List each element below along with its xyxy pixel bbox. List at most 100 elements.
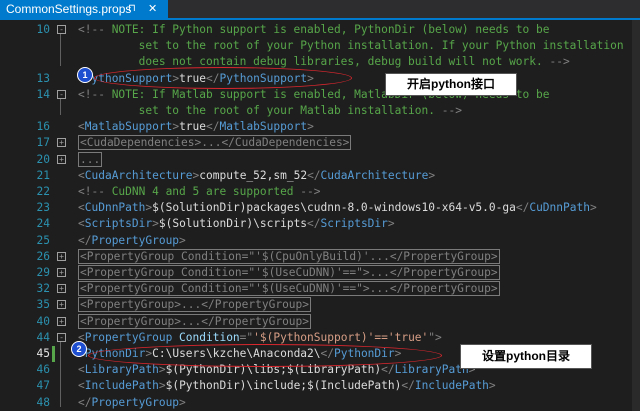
line-number: 48 — [36, 395, 50, 409]
line-number: 25 — [36, 233, 50, 247]
expand-icon[interactable]: + — [57, 300, 66, 310]
code-token: ScriptsDir — [320, 217, 388, 231]
code-token: LibraryPath — [394, 363, 469, 377]
code-token: CuDnnPath — [529, 201, 590, 215]
code-token: > — [158, 379, 166, 393]
code-line[interactable]: set to the root of your Python installat… — [0, 38, 640, 54]
code-line[interactable]: 22 <!-- CuDNN 4 and 5 are supported --> — [0, 184, 640, 200]
code-token: < — [78, 168, 85, 182]
code-line[interactable]: 14- <!-- NOTE: If Matlab support is enabl… — [0, 87, 640, 103]
collapse-icon[interactable]: - — [57, 89, 66, 99]
fold-guide — [60, 34, 61, 67]
code-token: does not contain debug libraries, debug … — [78, 55, 550, 69]
code-line[interactable]: 24 <ScriptsDir>$(SolutionDir)\scripts</Sc… — [0, 216, 640, 232]
tab-commonsettings-props[interactable]: CommonSettings.props ⊓ ✕ — [0, 0, 168, 18]
line-number: 35 — [36, 298, 50, 312]
changed-line-marker — [52, 346, 55, 363]
code-text: <!-- CuDNN 4 and 5 are supported --> — [78, 184, 321, 200]
expand-icon[interactable]: + — [57, 138, 66, 148]
expand-icon[interactable]: + — [57, 284, 66, 294]
collapsed-region[interactable]: <PropertyGroup Condition="'$(UseCuDNN)'=… — [78, 265, 500, 280]
code-token: ScriptsDir — [84, 217, 153, 231]
collapsed-region[interactable]: <PropertyGroup Condition="'$(CpuOnlyBuil… — [78, 248, 500, 264]
code-line[interactable]: 25 </PropertyGroup> — [0, 233, 640, 249]
code-line[interactable]: 10- <!-- NOTE: If Python support is enabl… — [0, 22, 640, 38]
code-token: PropertyGroup — [84, 330, 173, 344]
code-token: > — [158, 363, 166, 377]
code-token: =" — [239, 330, 254, 344]
code-line[interactable]: 29 + <PropertyGroup Condition="'$(UseCuDNN… — [0, 265, 640, 281]
line-number: 23 — [36, 201, 50, 215]
line-number: 10 — [36, 23, 50, 36]
code-line[interactable]: 35 + <PropertyGroup>...</PropertyGroup> — [0, 297, 640, 313]
code-line[interactable]: 26 + <PropertyGroup Condition="'$(CpuOnlyB… — [0, 248, 640, 265]
expand-icon[interactable]: + — [57, 316, 66, 326]
close-icon[interactable]: ✕ — [148, 0, 157, 18]
line-number: 44 — [36, 330, 50, 344]
code-token: '$(PythonSupport)'=='true' — [253, 330, 429, 344]
code-token: < — [78, 379, 85, 393]
code-token: > — [179, 233, 186, 247]
code-line[interactable]: 21 <CudaArchitecture>compute_52,sm_52</Cu… — [0, 168, 640, 184]
code-line[interactable]: 32 + <PropertyGroup Condition="'$(UseCuDNN… — [0, 281, 640, 297]
code-line[interactable]: 17 + <CudaDependencies>...</CudaDependenci… — [0, 135, 640, 151]
code-token: LibraryPath — [84, 363, 159, 377]
line-number: 20 — [36, 152, 50, 166]
code-token: CuDNN 4 and 5 are supported — [104, 185, 301, 198]
collapse-icon[interactable]: - — [57, 25, 66, 34]
code-text: <ScriptsDir>$(SolutionDir)\scripts</Scri… — [78, 216, 395, 232]
code-line[interactable]: 16 <MatlabSupport>true</MatlabSupport> — [0, 119, 640, 135]
code-token: <!-- — [78, 87, 105, 101]
line-number: 47 — [36, 379, 50, 393]
expand-icon[interactable]: + — [57, 154, 66, 164]
pin-icon[interactable]: ⊓ — [128, 0, 136, 18]
collapsed-region[interactable]: <PropertyGroup Condition="'$(UseCuDNN)'=… — [78, 281, 500, 297]
line-number: 22 — [36, 185, 50, 198]
code-text: <PropertyGroup Condition="'$(UseCuDNN)'=… — [78, 265, 500, 281]
code-text: <PropertyGroup>...</PropertyGroup> — [78, 297, 312, 313]
code-line[interactable]: set to the root of your Matlab installat… — [0, 103, 640, 119]
collapsed-region[interactable]: ... — [78, 151, 103, 167]
code-token: set to the root of your Python installat… — [78, 39, 624, 53]
code-token: <!-- — [78, 23, 105, 36]
collapsed-region[interactable]: <PropertyGroup>...</PropertyGroup> — [78, 313, 312, 329]
code-token: </ — [307, 217, 321, 231]
code-token: --> — [549, 55, 570, 69]
line-number: 16 — [36, 120, 50, 134]
code-line[interactable]: 23 <CuDnnPath>$(SolutionDir)packages\cudn… — [0, 200, 640, 216]
code-line[interactable]: does not contain debug libraries, debug … — [0, 54, 640, 70]
line-number: 21 — [36, 168, 50, 182]
code-token: <PropertyGroup>...</PropertyGroup> — [80, 298, 310, 312]
code-token: <PropertyGroup>...</PropertyGroup> — [80, 314, 310, 328]
tab-title: CommonSettings.props — [6, 2, 132, 16]
code-line[interactable]: 47 <IncludePath>$(PythonDir)\include;$(In… — [0, 378, 640, 394]
code-token: > — [488, 379, 496, 393]
expand-icon[interactable]: + — [57, 251, 66, 261]
code-token: > — [307, 120, 314, 134]
collapsed-region[interactable]: <PropertyGroup>...</PropertyGroup> — [78, 297, 312, 313]
code-text: <MatlabSupport>true</MatlabSupport> — [78, 119, 314, 135]
code-line[interactable]: 40 + <PropertyGroup>...</PropertyGroup> — [0, 313, 640, 330]
code-token: < — [78, 217, 85, 231]
code-text: <CuDnnPath>$(SolutionDir)packages\cudnn-… — [78, 200, 597, 216]
expand-icon[interactable]: + — [57, 268, 66, 277]
code-token: set to the root of your Matlab installat… — [78, 104, 442, 117]
highlight-ellipse-python-support — [94, 67, 352, 89]
code-token: CudaArchitecture — [320, 168, 429, 182]
line-number: 40 — [36, 314, 50, 328]
step-badge-1: 1 — [77, 67, 93, 83]
code-token: <PropertyGroup Condition="'$(UseCuDNN)'=… — [80, 282, 498, 296]
vertical-scrollbar[interactable] — [632, 20, 640, 411]
code-token: </ — [381, 363, 395, 377]
code-token: true — [179, 120, 207, 134]
line-number: 46 — [36, 363, 50, 377]
code-line[interactable]: 48 </PropertyGroup> — [0, 395, 640, 411]
code-token: <!-- — [78, 185, 105, 198]
code-line[interactable]: 20 +... — [0, 151, 640, 168]
code-token: <PropertyGroup Condition="'$(CpuOnlyBuil… — [80, 249, 498, 263]
collapsed-region[interactable]: <CudaDependencies>...</CudaDependencies> — [78, 135, 352, 151]
code-token: ... — [80, 152, 101, 166]
code-token: </ — [78, 395, 92, 409]
collapse-icon[interactable]: - — [57, 332, 66, 342]
line-number: 26 — [36, 249, 50, 263]
